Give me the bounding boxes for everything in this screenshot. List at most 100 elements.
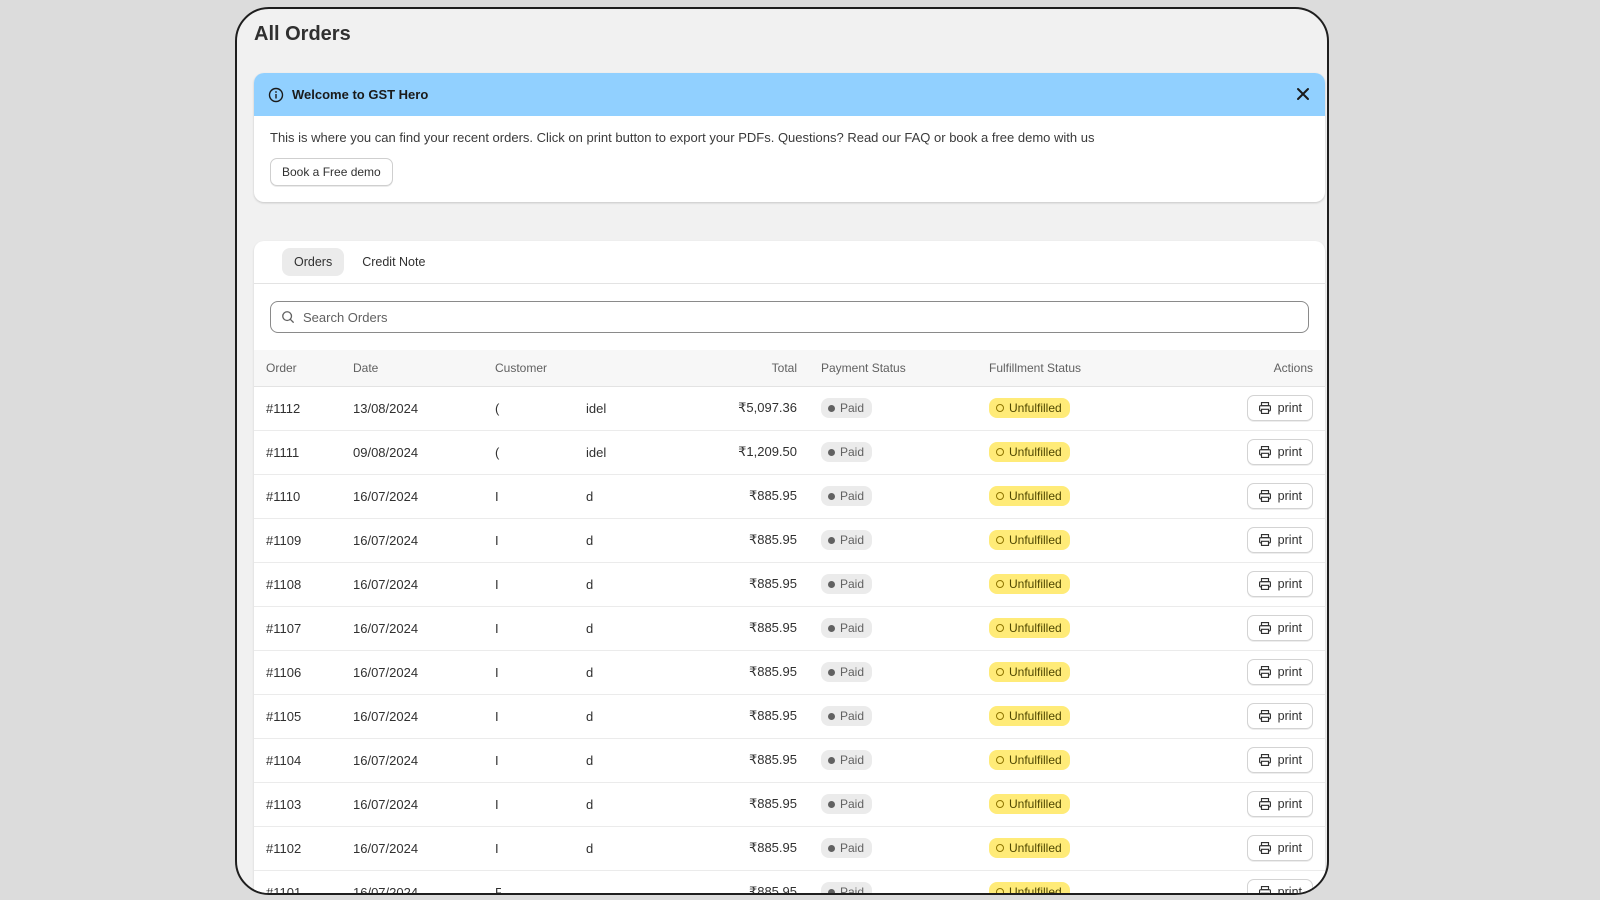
order-number[interactable]: #1106 <box>254 650 341 695</box>
banner-body: This is where you can find your recent o… <box>254 116 1325 200</box>
payment-status-label: Paid <box>840 885 865 895</box>
payment-status-cell: Paid <box>809 694 977 739</box>
fulfillment-status-cell: Unfulfilled <box>977 650 1167 695</box>
fulfillment-status-label: Unfulfilled <box>1009 621 1062 635</box>
print-button[interactable]: print <box>1246 439 1313 465</box>
payment-status-badge: Paid <box>821 882 873 895</box>
unfulfilled-ring-icon <box>996 624 1004 632</box>
order-date: 16/07/2024 <box>341 474 483 519</box>
paid-dot-icon <box>828 448 835 456</box>
order-number[interactable]: #1104 <box>254 738 341 783</box>
column-header-total[interactable]: Total <box>653 350 809 387</box>
orders-card: Orders Credit Note Search Orders Order D… <box>254 241 1325 895</box>
customer-cell: Id <box>483 518 653 563</box>
redaction-mask <box>501 474 587 517</box>
print-button[interactable]: print <box>1246 835 1313 861</box>
close-icon[interactable] <box>1295 86 1311 102</box>
order-number[interactable]: #1103 <box>254 782 341 827</box>
order-number[interactable]: #1107 <box>254 606 341 651</box>
payment-status-badge: Paid <box>821 530 873 550</box>
customer-name-start: I <box>495 576 499 592</box>
table-row[interactable]: #1106 16/07/2024 Id ₹885.95 Paid Unfulfilled p… <box>254 650 1325 695</box>
fulfillment-status-badge: Unfulfilled <box>989 882 1070 893</box>
payment-status-label: Paid <box>840 797 865 811</box>
print-button[interactable]: print <box>1246 791 1313 817</box>
print-button-label: print <box>1277 401 1302 415</box>
column-header-customer[interactable]: Customer <box>483 350 653 387</box>
table-row[interactable]: #1112 13/08/2024 (idel ₹5,097.36 Paid Unfulfi… <box>254 386 1325 431</box>
redaction-mask <box>501 606 587 649</box>
order-number[interactable]: #1101 <box>254 870 341 893</box>
table-row[interactable]: #1105 16/07/2024 Id ₹885.95 Paid Unfulfilled p… <box>254 694 1325 739</box>
print-button[interactable]: print <box>1246 571 1313 597</box>
column-header-date[interactable]: Date <box>341 350 483 387</box>
customer-name-end: d <box>586 488 594 504</box>
actions-cell: print <box>1167 386 1325 431</box>
search-icon <box>282 311 294 323</box>
actions-cell: print <box>1167 518 1325 563</box>
fulfillment-status-cell: Unfulfilled <box>977 562 1167 607</box>
book-demo-button[interactable]: Book a Free demo <box>270 158 393 186</box>
redaction-mask <box>501 386 587 429</box>
print-button[interactable]: print <box>1246 879 1313 893</box>
order-total: ₹885.95 <box>653 518 809 563</box>
unfulfilled-ring-icon <box>996 756 1004 764</box>
order-number[interactable]: #1105 <box>254 694 341 739</box>
fulfillment-status-cell: Unfulfilled <box>977 474 1167 519</box>
print-button[interactable]: print <box>1246 703 1313 729</box>
search-wrapper <box>254 284 1325 350</box>
customer-name-end: idel <box>586 400 607 416</box>
customer-name-end: d <box>586 752 594 768</box>
print-button-label: print <box>1277 621 1302 635</box>
order-number[interactable]: #1111 <box>254 430 341 475</box>
fulfillment-status-cell: Unfulfilled <box>977 430 1167 475</box>
order-number[interactable]: #1109 <box>254 518 341 563</box>
print-button[interactable]: print <box>1246 483 1313 509</box>
table-row[interactable]: #1108 16/07/2024 Id ₹885.95 Paid Unfulfilled p… <box>254 562 1325 607</box>
table-row[interactable]: #1104 16/07/2024 Id ₹885.95 Paid Unfulfilled p… <box>254 738 1325 783</box>
order-number[interactable]: #1110 <box>254 474 341 519</box>
order-total: ₹885.95 <box>653 474 809 519</box>
tab-credit-note[interactable]: Credit Note <box>350 248 437 276</box>
search-input[interactable] <box>303 309 1298 325</box>
print-button[interactable]: print <box>1246 659 1313 685</box>
order-number[interactable]: #1112 <box>254 386 341 431</box>
tab-bar: Orders Credit Note <box>254 241 1325 284</box>
order-total: ₹885.95 <box>653 738 809 783</box>
fulfillment-status-cell: Unfulfilled <box>977 870 1167 893</box>
table-row[interactable]: #1103 16/07/2024 Id ₹885.95 Paid Unfulfilled p… <box>254 782 1325 827</box>
order-total: ₹1,209.50 <box>653 430 809 475</box>
print-button[interactable]: print <box>1246 527 1313 553</box>
unfulfilled-ring-icon <box>996 800 1004 808</box>
payment-status-cell: Paid <box>809 430 977 475</box>
column-header-fulfillment-status[interactable]: Fulfillment Status <box>977 350 1167 387</box>
column-header-order[interactable]: Order <box>254 350 341 387</box>
customer-name-start: I <box>495 752 499 768</box>
search-box[interactable] <box>270 301 1309 333</box>
payment-status-label: Paid <box>840 401 865 415</box>
table-row[interactable]: #1110 16/07/2024 Id ₹885.95 Paid Unfulfilled p… <box>254 474 1325 519</box>
fulfillment-status-label: Unfulfilled <box>1009 709 1062 723</box>
order-number[interactable]: #1108 <box>254 562 341 607</box>
table-row[interactable]: #1107 16/07/2024 Id ₹885.95 Paid Unfulfilled p… <box>254 606 1325 651</box>
column-header-payment-status[interactable]: Payment Status <box>809 350 977 387</box>
table-row[interactable]: #1111 09/08/2024 (idel ₹1,209.50 Paid Unfulfi… <box>254 430 1325 475</box>
print-button[interactable]: print <box>1246 747 1313 773</box>
order-total: ₹885.95 <box>653 826 809 871</box>
table-row[interactable]: #1109 16/07/2024 Id ₹885.95 Paid Unfulfilled p… <box>254 518 1325 563</box>
actions-cell: print <box>1167 782 1325 827</box>
print-button[interactable]: print <box>1246 615 1313 641</box>
order-number[interactable]: #1102 <box>254 826 341 871</box>
actions-cell: print <box>1167 826 1325 871</box>
paid-dot-icon <box>828 404 835 412</box>
redaction-mask <box>501 430 587 473</box>
customer-name-start: I <box>495 532 499 548</box>
tab-orders[interactable]: Orders <box>282 248 345 276</box>
print-button[interactable]: print <box>1246 395 1313 421</box>
table-row[interactable]: #1102 16/07/2024 Id ₹885.95 Paid Unfulfilled p… <box>254 826 1325 871</box>
fulfillment-status-cell: Unfulfilled <box>977 606 1167 651</box>
fulfillment-status-cell: Unfulfilled <box>977 518 1167 563</box>
table-row[interactable]: #110116/07/2024Russell Winfield₹885.95 Pa… <box>254 870 1325 895</box>
page-title: All Orders <box>254 23 351 45</box>
payment-status-badge: Paid <box>821 574 873 594</box>
